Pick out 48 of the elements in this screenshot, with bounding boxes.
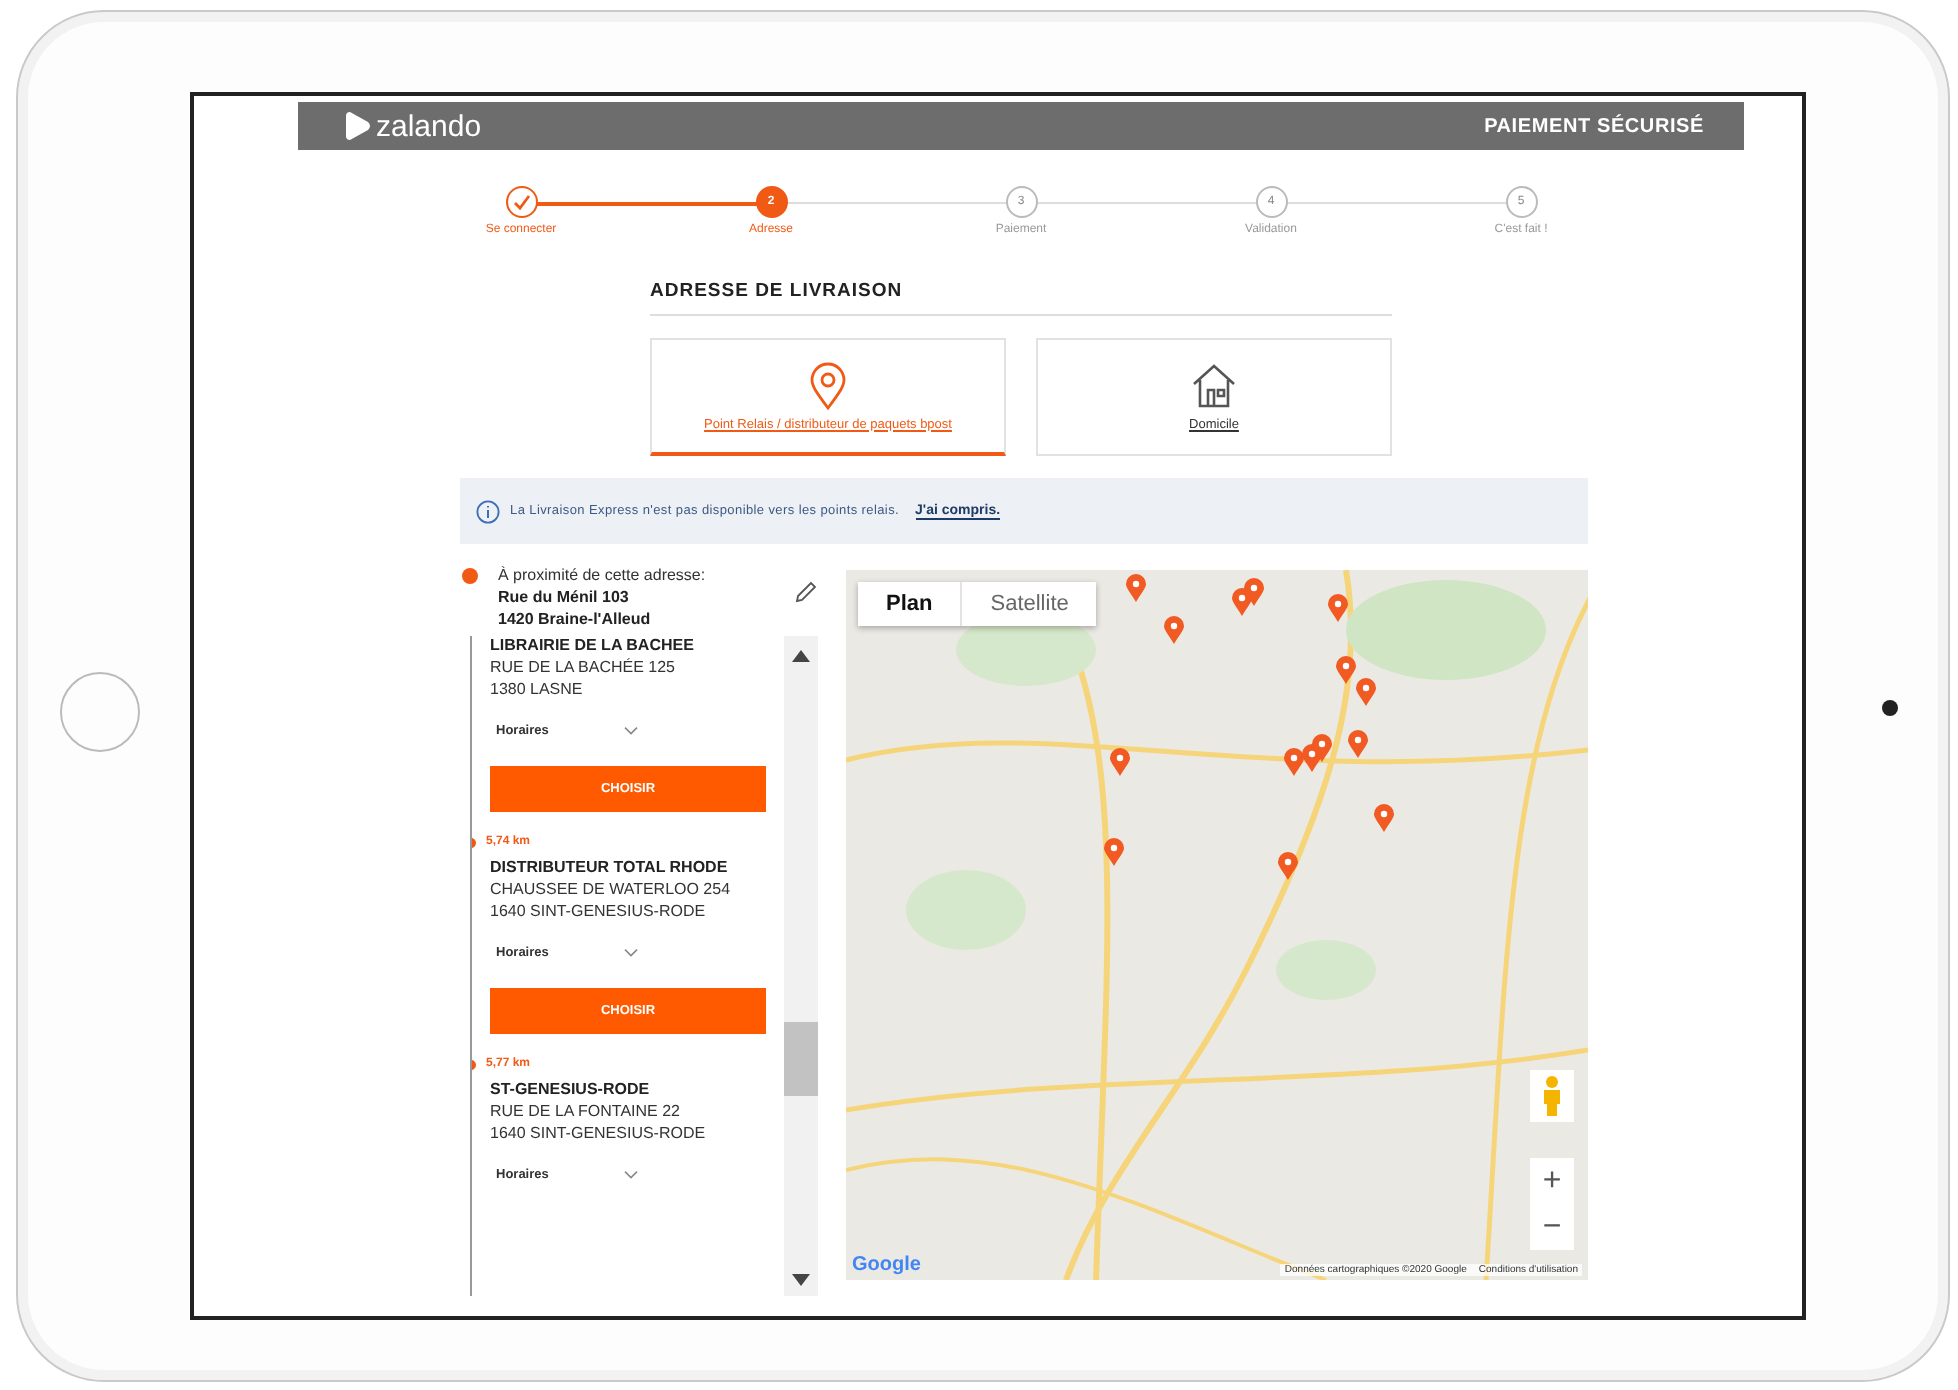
- map-type-tab[interactable]: Plan: [858, 582, 963, 626]
- origin-street: Rue du Ménil 103: [498, 588, 631, 606]
- map-pin-icon[interactable]: [1126, 574, 1146, 602]
- point-street: CHAUSSEE DE WATERLOO 254: [490, 880, 733, 898]
- location-pin-icon: [808, 361, 848, 409]
- check-icon: [511, 192, 531, 212]
- scroll-down-icon[interactable]: [791, 1274, 810, 1286]
- map-pin-icon[interactable]: [1374, 804, 1394, 832]
- scroll-up-icon[interactable]: [791, 650, 810, 662]
- pegman-icon[interactable]: [1530, 1070, 1574, 1122]
- point-street: RUE DE LA FONTAINE 22: [490, 1102, 682, 1120]
- point-city: 1640 SINT-GENESIUS-RODE: [490, 902, 708, 920]
- point-city: 1640 SINT-GENESIUS-RODE: [490, 1124, 708, 1142]
- map-pin-icon[interactable]: [1244, 578, 1264, 606]
- point-street: RUE DE LA BACHÉE 125: [490, 658, 677, 676]
- map-pin-icon[interactable]: [1164, 616, 1184, 644]
- chevron-down-icon: [624, 1170, 639, 1180]
- map-pin-icon[interactable]: [1348, 730, 1368, 758]
- edit-icon[interactable]: [794, 580, 818, 604]
- section-title: ADRESSE DE LIVRAISON: [650, 280, 1392, 316]
- origin-label: À proximité de cette adresse:: [498, 566, 706, 584]
- chevron-down-icon: [624, 948, 639, 958]
- map-pin-icon[interactable]: [1356, 678, 1376, 706]
- map-type-tab[interactable]: Satellite: [962, 582, 1097, 626]
- logo-icon: [346, 112, 370, 140]
- scrollbar-thumb[interactable]: [783, 1022, 818, 1096]
- map-pin-icon[interactable]: [1110, 748, 1130, 776]
- map-pin-icon[interactable]: [1336, 656, 1356, 684]
- origin-dot-icon: [462, 568, 478, 584]
- info-icon: [476, 499, 500, 523]
- secure-payment-label: PAIEMENT SÉCURISÉ: [1484, 115, 1704, 137]
- point-name: LIBRAIRIE DE LA BACHEE: [490, 636, 696, 654]
- origin-city: 1420 Braine-l'Alleud: [498, 610, 653, 628]
- chevron-down-icon: [624, 726, 639, 736]
- map-pin-icon[interactable]: [1278, 852, 1298, 880]
- point-city: 1380 LASNE: [490, 680, 585, 698]
- home-button[interactable]: [60, 672, 140, 752]
- point-name: DISTRIBUTEUR TOTAL RHODE: [490, 858, 730, 876]
- map-pin-icon[interactable]: [1328, 594, 1348, 622]
- point-name: ST-GENESIUS-RODE: [490, 1080, 652, 1098]
- map-pin-icon[interactable]: [1284, 748, 1304, 776]
- scrollbar[interactable]: [783, 636, 818, 1296]
- map-logo: Google: [852, 1254, 921, 1276]
- map-pin-icon[interactable]: [1104, 838, 1124, 866]
- house-icon: [1190, 362, 1238, 410]
- logo-text: zalando: [376, 109, 482, 143]
- map-pin-icon[interactable]: [1312, 734, 1332, 762]
- camera-icon: [1882, 700, 1898, 716]
